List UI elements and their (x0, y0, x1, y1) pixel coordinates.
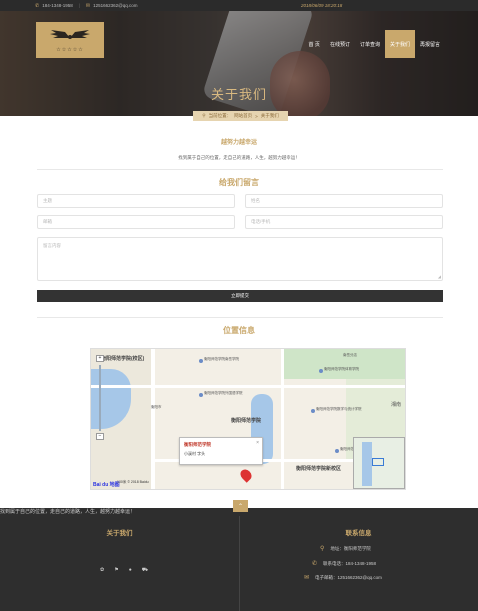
map-label: 衡阳师范学院 (231, 418, 262, 424)
back-to-top-button[interactable]: ⌃ (233, 500, 248, 512)
topbar-separator: | (78, 3, 80, 8)
map-label: 衡阳市 (151, 405, 162, 409)
map-zoom-control[interactable]: + − (96, 355, 104, 441)
breadcrumb-home[interactable]: 网站首页 (234, 113, 252, 119)
map-label: 南岳分店 (343, 353, 357, 357)
map-label: 衡阳师范学院(校区) (101, 356, 145, 362)
map-info-popup: 衡阳师范学院 小溪村 字头 × (179, 437, 263, 465)
zoom-out-button[interactable]: − (96, 433, 104, 440)
breadcrumb-label: 当前位置： (208, 113, 232, 118)
map-road (281, 349, 284, 489)
map-label: 衡阳师范学院数学与统计学院 (316, 407, 362, 411)
map-scale: 100米 © 2018 Baidu (117, 480, 149, 485)
message-textarea[interactable]: 留言内容 ◢ (37, 237, 443, 281)
map-label: 衡阳师范学院新校区 (296, 466, 342, 472)
resize-grip-icon[interactable]: ◢ (438, 274, 441, 279)
nav-item-messages[interactable]: 再报留言 (415, 30, 445, 58)
about-text: 找到属于自己的位置，走自己的道路，人生，越努力越幸运！ (178, 155, 300, 160)
baidu-logo[interactable]: Bai du 地图 (93, 481, 120, 488)
chevron-up-icon: ⌃ (237, 503, 244, 510)
map-copyright: © 2018 Baidu (127, 480, 149, 484)
popup-text: 小溪村 字头 (184, 451, 206, 456)
address-text: 地址：衡阳师范学院 (330, 545, 371, 551)
main-nav: 首 页 在线预订 订单查询 关于我们 再报留言 (304, 30, 445, 58)
location-heading: 位置信息 (223, 326, 255, 335)
footer-address: ⚲ 地址：衡阳师范学院 (320, 545, 371, 553)
email-text[interactable]: 电子邮箱：1251662362@qq.com (315, 575, 382, 581)
phone-icon: ✆ (35, 2, 40, 9)
map-label: 衡阳师范学院南岳学院 (204, 357, 239, 361)
location-pin-icon: ⚲ (320, 546, 325, 552)
hero-banner: ☆☆☆☆☆ 首 页 在线预订 订单查询 关于我们 再报留言 关于我们 (0, 11, 478, 116)
footer: 关于我们 联系信息 (0, 508, 478, 611)
site-logo[interactable]: ☆☆☆☆☆ (36, 22, 104, 58)
map-overview[interactable] (353, 437, 405, 489)
map-marker-icon[interactable] (238, 467, 254, 483)
map-scale-label: 100米 (117, 480, 127, 484)
map-poi-icon[interactable] (335, 449, 339, 453)
footer-phone: ✆ 联系电话：184-1348-1958 (312, 560, 377, 568)
map-poi-icon[interactable] (319, 369, 323, 373)
nav-item-about[interactable]: 关于我们 (384, 30, 415, 58)
nav-item-booking[interactable]: 在线预订 (325, 30, 355, 58)
chat-icon[interactable]: ● (129, 567, 132, 574)
page-title: 关于我们 (210, 87, 267, 102)
footer-contact-title: 联系信息 (345, 530, 372, 537)
wings-logo-icon (48, 28, 92, 45)
map-label: 湘南 (391, 402, 402, 408)
popup-title: 衡阳师范学院 (184, 442, 211, 447)
breadcrumb-sep: > (255, 113, 258, 119)
cart-icon[interactable]: ⛟ (142, 567, 148, 574)
name-input[interactable]: 姓名 (245, 194, 443, 208)
top-bar: ✆ 184-1348-1958 | ✉ 1251662362@qq.com 20… (0, 0, 478, 11)
social-links: ✿ ⚑ ● ⛟ (100, 567, 148, 574)
submit-button[interactable]: 立即提交 (37, 290, 443, 302)
phone-input[interactable]: 电话/手机 (245, 215, 443, 229)
location-pin-icon: ⚲ (202, 113, 206, 118)
nav-item-orders[interactable]: 订单查询 (355, 30, 385, 58)
footer-about-title: 关于我们 (106, 530, 133, 537)
map-poi-icon[interactable] (199, 359, 203, 363)
topbar-phone: 184-1348-1958 (42, 3, 73, 8)
weibo-icon[interactable]: ✿ (100, 567, 104, 574)
footer-email: ✉ 电子邮箱：1251662362@qq.com (304, 574, 382, 582)
close-icon[interactable]: × (256, 440, 259, 446)
nav-item-home[interactable]: 首 页 (304, 30, 325, 58)
topbar-email[interactable]: 1251662362@qq.com (93, 3, 137, 8)
message-placeholder: 留言内容 (43, 243, 61, 248)
mail-icon: ✉ (304, 575, 310, 581)
map-label: 衡阳师范学院外国语学院 (204, 391, 243, 395)
map-road (91, 385, 405, 388)
topbar-date: 2018/06/09 18:20:18 (301, 3, 343, 8)
map-poi-icon[interactable] (311, 409, 315, 413)
map-road (151, 349, 155, 489)
topbar-contact: ✆ 184-1348-1958 | ✉ 1251662362@qq.com (35, 3, 137, 9)
section-divider (37, 169, 443, 170)
form-heading: 给我们留言 (219, 178, 259, 187)
zoom-slider[interactable] (99, 365, 101, 431)
section-divider (37, 317, 443, 318)
zoom-in-button[interactable]: + (96, 355, 104, 362)
overview-water (362, 442, 372, 486)
phone-icon: ✆ (312, 561, 318, 567)
overview-viewport[interactable] (372, 458, 384, 466)
phone-text: 联系电话：184-1348-1958 (323, 560, 377, 566)
breadcrumb-current: 关于我们 (260, 113, 279, 118)
about-heading: 越努力越幸运 (220, 140, 257, 146)
subject-input[interactable]: 主题 (37, 194, 235, 208)
mail-icon: ✉ (85, 2, 91, 9)
breadcrumb: ⚲ 当前位置： 网站首页 > 关于我们 (193, 111, 288, 121)
logo-stars: ☆☆☆☆☆ (56, 46, 84, 53)
map-poi-icon[interactable] (199, 393, 203, 397)
email-input[interactable]: 邮箱 (37, 215, 235, 229)
flag-icon[interactable]: ⚑ (114, 567, 118, 574)
baidu-map[interactable]: 衡阳师范学院南岳学院 衡阳师范学院外国语学院 衡阳师范学院 衡阳师范学院体育学院… (90, 348, 406, 490)
map-label: 衡阳师范学院体育学院 (324, 367, 359, 371)
